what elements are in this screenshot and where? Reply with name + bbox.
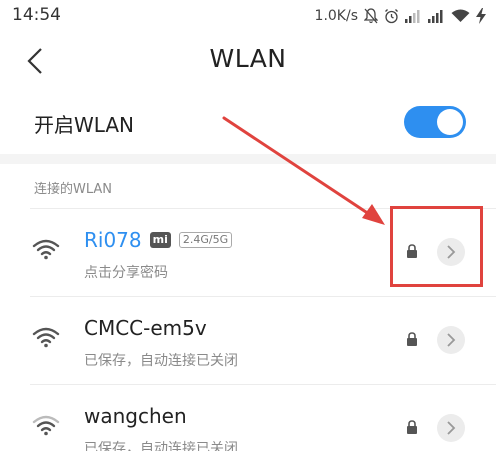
wlan-toggle-switch[interactable] [404, 106, 466, 138]
mi-badge: mi [149, 232, 171, 248]
annotation-highlight-box [390, 206, 483, 287]
chevron-right-icon [447, 421, 456, 435]
network-subtitle: 已保存，自动连接已关闭 [84, 441, 238, 451]
network-name-line: CMCC-em5v [84, 316, 207, 340]
network-name-line: wangchen [84, 404, 187, 428]
lock-icon [407, 332, 417, 346]
signal-icon [405, 9, 422, 23]
lock-icon [407, 420, 417, 434]
battery-charging-icon [476, 8, 486, 24]
nav-bar: WLAN [0, 32, 496, 90]
connected-section-header: 连接的WLAN [34, 182, 113, 197]
chevron-right-icon [447, 333, 456, 347]
status-bar: 14:54 1.0K/s [0, 0, 496, 32]
wifi-signal-icon [32, 327, 60, 348]
network-name-line: Ri078 mi 2.4G/5G [84, 228, 233, 252]
wlan-toggle-row: 开启WLAN [0, 92, 496, 154]
row-divider [30, 296, 496, 297]
wifi-signal-icon [32, 415, 60, 436]
network-subtitle: 点击分享密码 [84, 265, 168, 281]
wlan-toggle-label: 开启WLAN [34, 113, 135, 137]
section-divider [0, 154, 496, 164]
network-name: wangchen [84, 404, 187, 428]
network-detail-button[interactable] [437, 414, 465, 442]
mute-icon [364, 8, 378, 24]
status-time: 14:54 [12, 5, 61, 25]
band-badge: 2.4G/5G [178, 232, 233, 248]
wifi-signal-icon [32, 239, 60, 260]
net-speed: 1.0K/s [314, 8, 358, 24]
network-row-cmcc[interactable]: CMCC-em5v 已保存，自动连接已关闭 [0, 296, 496, 384]
wifi-icon [451, 9, 470, 23]
network-subtitle: 已保存，自动连接已关闭 [84, 353, 238, 369]
page-title: WLAN [209, 44, 287, 73]
network-name: CMCC-em5v [84, 316, 207, 340]
network-detail-button[interactable] [437, 326, 465, 354]
network-name: Ri078 [84, 228, 142, 252]
alarm-icon [384, 8, 399, 24]
status-icons: 1.0K/s [315, 6, 486, 26]
row-divider [30, 384, 496, 385]
signal-icon [428, 9, 445, 23]
toggle-knob [437, 109, 463, 135]
network-row-wangchen[interactable]: wangchen 已保存，自动连接已关闭 [0, 384, 496, 451]
